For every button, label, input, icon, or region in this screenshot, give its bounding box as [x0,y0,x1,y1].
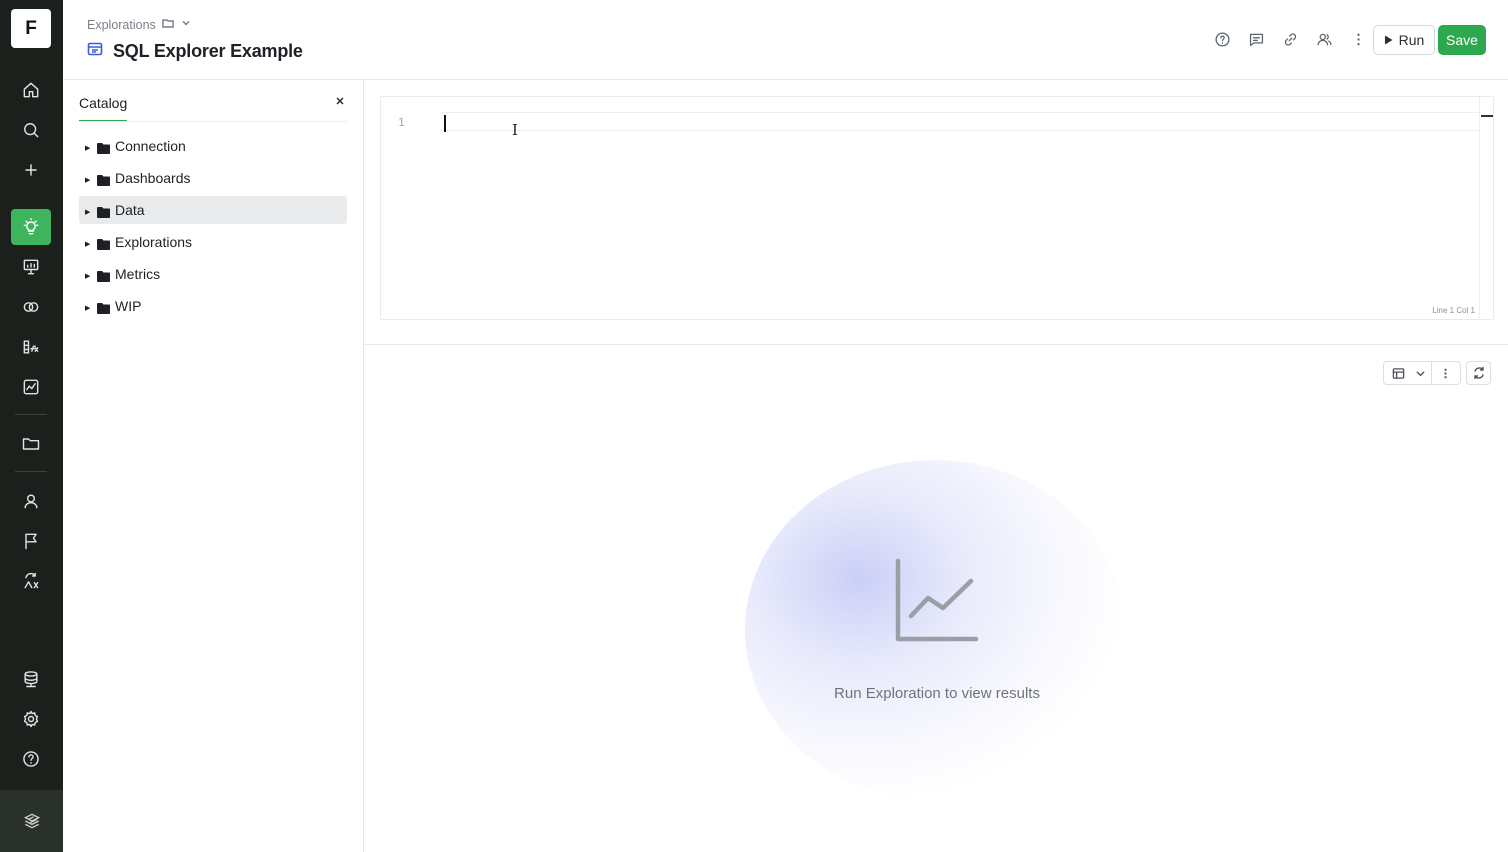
metrics-icon[interactable] [11,329,51,365]
sql-exploration-icon [87,41,103,62]
catalog-item-label: WIP [115,298,142,314]
chart-icon[interactable] [11,369,51,405]
caret-right-icon[interactable]: ▶ [85,176,93,184]
sql-editor[interactable]: 1 I Line 1 Col 1 [380,96,1494,320]
catalog-item-connection[interactable]: ▶ Connection [79,132,347,160]
caret-right-icon[interactable]: ▶ [85,240,93,248]
plus-icon[interactable] [11,152,51,188]
run-button[interactable]: Run [1373,25,1435,55]
editor-scrollbar[interactable] [1479,97,1480,319]
close-icon[interactable] [333,94,347,108]
home-icon[interactable] [11,72,51,108]
title-row: SQL Explorer Example [87,41,303,62]
left-nav-rail: F [0,0,63,852]
catalog-item-metrics[interactable]: ▶ Metrics [79,260,347,288]
catalog-item-dashboards[interactable]: ▶ Dashboards [79,164,347,192]
database-icon[interactable] [11,661,51,697]
caret-right-icon[interactable]: ▶ [85,272,93,280]
folder-icon [97,205,110,218]
stack-logo-icon[interactable] [0,790,63,852]
line-chart-icon [893,556,983,646]
catalog-item-data[interactable]: ▶ Data [79,196,347,224]
more-vertical-icon[interactable] [1348,28,1368,50]
cursor-position: Line 1 Col 1 [1432,306,1475,315]
share-users-icon[interactable] [1314,28,1334,50]
catalog-panel: Catalog ▶ Connection ▶ Dashboards ▶ Data [63,80,364,852]
chevron-down-icon[interactable] [180,17,192,32]
search-icon[interactable] [11,112,51,148]
ibeam-cursor-icon: I [512,121,518,139]
gear-icon[interactable] [11,701,51,737]
breadcrumb-explorations[interactable]: Explorations [87,18,156,32]
play-icon [1384,35,1393,45]
refresh-icon[interactable] [1466,361,1491,385]
tab-underline [79,121,347,122]
link-icon[interactable] [1280,28,1300,50]
catalog-item-label: Dashboards [115,170,191,186]
caret-right-icon[interactable]: ▶ [85,304,93,312]
caret-right-icon[interactable]: ▶ [85,144,93,152]
workflow-icon[interactable] [11,563,51,599]
presentation-icon[interactable] [11,249,51,285]
page-title[interactable]: SQL Explorer Example [113,41,303,62]
catalog-item-label: Data [115,202,145,218]
explorations-bulb-icon[interactable] [11,209,51,245]
catalog-item-label: Connection [115,138,186,154]
rail-divider [15,414,47,415]
header-actions [1212,28,1368,50]
empty-state-message: Run Exploration to view results [834,685,1040,702]
line-number: 1 [398,116,405,129]
active-line-highlight [441,112,1481,131]
help-icon[interactable] [11,741,51,777]
more-vertical-icon[interactable] [1430,362,1460,384]
folder-icon [97,237,110,250]
folder-icon[interactable] [11,426,51,462]
caret-right-icon[interactable]: ▶ [85,208,93,216]
catalog-item-wip[interactable]: ▶ WIP [79,292,347,320]
flag-icon[interactable] [11,523,51,559]
breadcrumb[interactable]: Explorations [87,17,192,32]
catalog-item-explorations[interactable]: ▶ Explorations [79,228,347,256]
visualization-toolbar [1383,361,1461,385]
help-icon[interactable] [1212,28,1232,50]
folder-icon [97,269,110,282]
editor-results-divider[interactable] [364,344,1508,345]
table-view-icon[interactable] [1384,362,1413,384]
catalog-tree: ▶ Connection ▶ Dashboards ▶ Data ▶ Explo… [79,132,347,324]
user-icon[interactable] [11,483,51,519]
connections-icon[interactable] [11,289,51,325]
rail-divider [15,471,47,472]
comment-icon[interactable] [1246,28,1266,50]
folder-icon [97,141,110,154]
app-root: F Explorations SQL Explorer Example Run … [0,0,1508,852]
folder-icon [97,173,110,186]
catalog-item-label: Explorations [115,234,193,250]
breadcrumb-folder-icon[interactable] [162,17,174,32]
save-button[interactable]: Save [1438,25,1486,55]
app-logo[interactable]: F [11,9,51,48]
scrollbar-thumb[interactable] [1481,115,1493,117]
folder-icon [97,301,110,314]
text-cursor [444,115,446,132]
page-header: Explorations SQL Explorer Example Run Sa… [63,0,1508,80]
tab-catalog[interactable]: Catalog [79,95,128,122]
run-label: Run [1398,32,1425,48]
catalog-item-label: Metrics [115,266,161,282]
chevron-down-icon[interactable] [1413,362,1429,384]
